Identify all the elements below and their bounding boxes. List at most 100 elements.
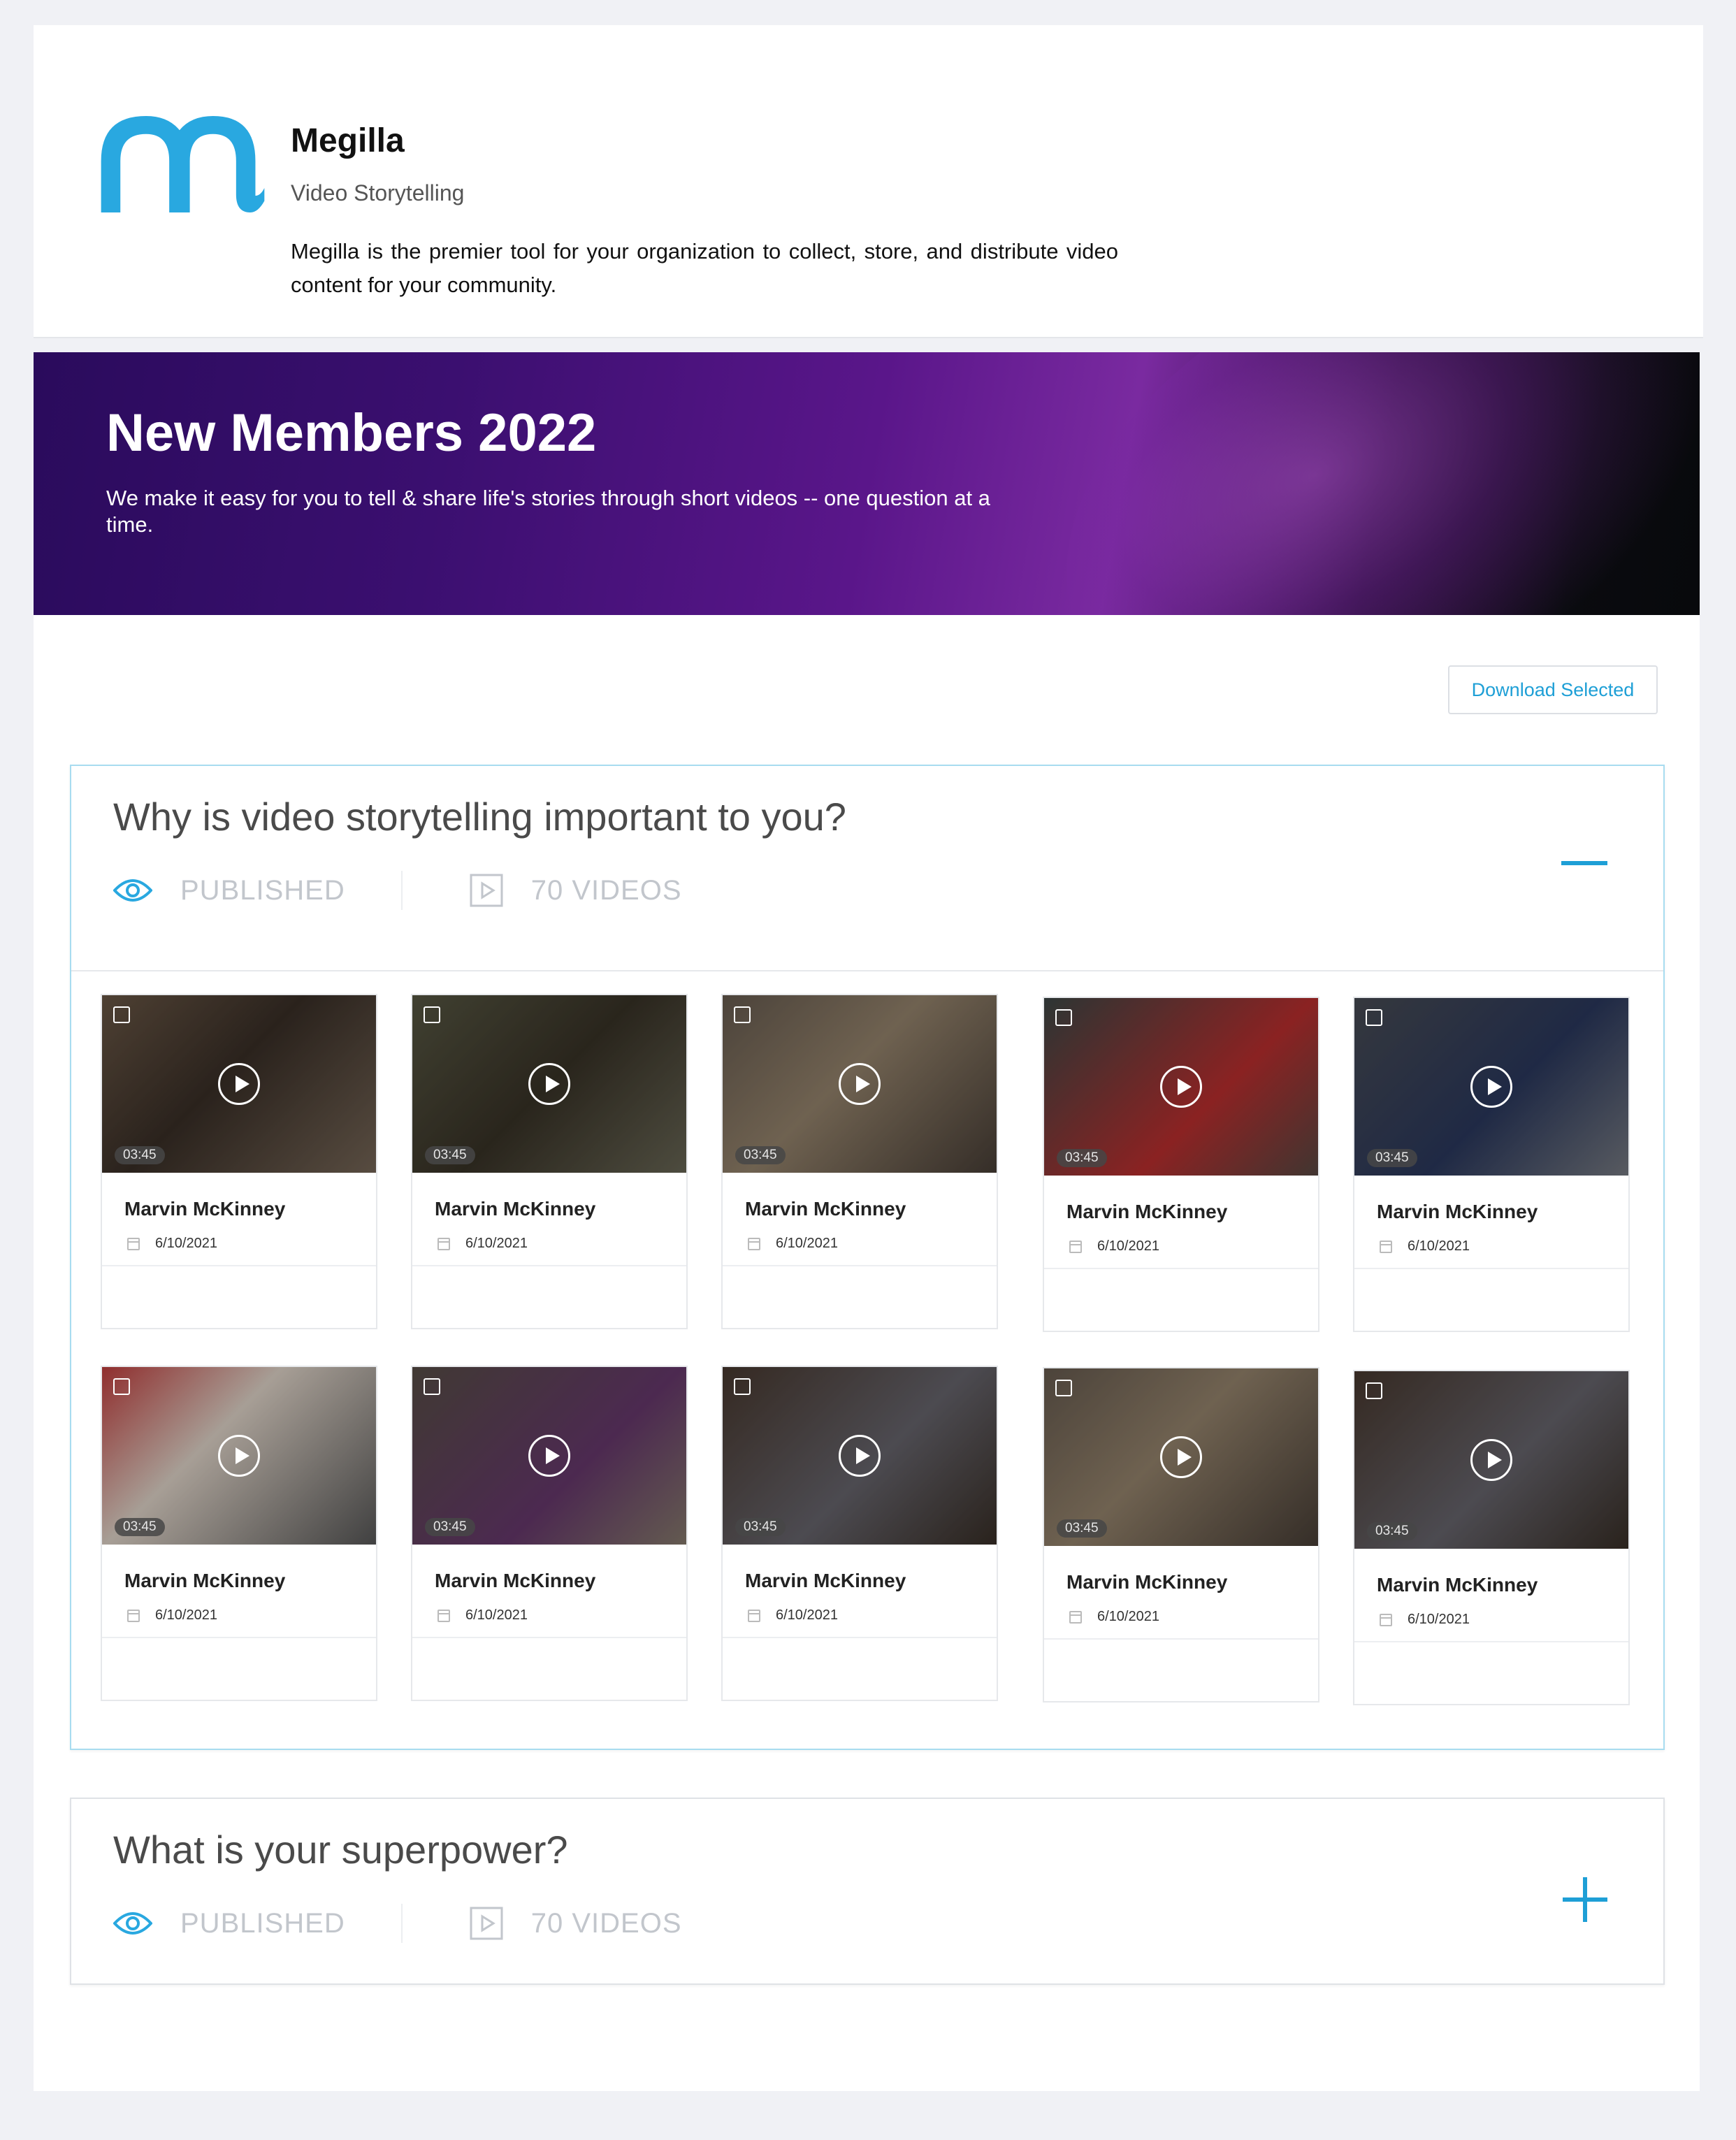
divider: [400, 1904, 403, 1943]
video-author: Marvin McKinney: [435, 1198, 596, 1220]
video-date-label: 6/10/2021: [465, 1236, 528, 1251]
video-card[interactable]: 03:45 Marvin McKinney 6/10/2021: [101, 994, 377, 1329]
question-title: Why is video storytelling important to y…: [113, 795, 846, 839]
select-checkbox[interactable]: [113, 1378, 130, 1395]
video-icon: [470, 874, 503, 907]
expand-plus-icon[interactable]: [1563, 1877, 1607, 1922]
org-name: Megilla: [291, 122, 405, 159]
collection-banner: New Members 2022 We make it easy for you…: [34, 352, 1700, 615]
video-author: Marvin McKinney: [1377, 1574, 1538, 1596]
video-thumbnail[interactable]: 03:45: [723, 1367, 997, 1545]
org-description: Megilla is the premier tool for your org…: [291, 239, 1118, 297]
video-author: Marvin McKinney: [1066, 1201, 1228, 1222]
video-author: Marvin McKinney: [1377, 1201, 1538, 1222]
calendar-icon: [127, 1237, 140, 1250]
divider: [1044, 1268, 1318, 1269]
video-card[interactable]: 03:45 Marvin McKinney 6/10/2021: [1043, 997, 1319, 1332]
video-thumbnail[interactable]: 03:45: [1044, 1368, 1318, 1546]
video-icon: [470, 1907, 503, 1940]
collection-title: New Members 2022: [106, 403, 597, 463]
video-card[interactable]: 03:45 Marvin McKinney 6/10/2021: [1353, 1370, 1630, 1705]
play-icon[interactable]: [839, 1435, 881, 1477]
calendar-icon: [1069, 1610, 1082, 1624]
select-checkbox[interactable]: [424, 1006, 440, 1023]
video-card[interactable]: 03:45 Marvin McKinney 6/10/2021: [101, 1366, 377, 1701]
video-date-label: 6/10/2021: [465, 1607, 528, 1623]
video-count-label: 70 VIDEOS: [530, 874, 682, 906]
video-author: Marvin McKinney: [745, 1198, 906, 1220]
play-icon[interactable]: [1470, 1066, 1512, 1108]
video-date: 6/10/2021: [1380, 1612, 1470, 1628]
select-checkbox[interactable]: [734, 1006, 751, 1023]
banner-background-art: [988, 352, 1700, 615]
duration-badge: 03:45: [1367, 1522, 1417, 1540]
duration-badge: 03:45: [115, 1518, 165, 1536]
calendar-icon: [127, 1609, 140, 1622]
video-thumbnail[interactable]: 03:45: [1354, 1371, 1628, 1549]
video-date: 6/10/2021: [748, 1236, 838, 1252]
status-label: PUBLISHED: [180, 874, 345, 906]
select-checkbox[interactable]: [1366, 1009, 1382, 1026]
select-checkbox[interactable]: [1055, 1380, 1072, 1396]
org-tagline: Video Storytelling: [291, 180, 465, 205]
video-thumbnail[interactable]: 03:45: [102, 995, 376, 1173]
eye-icon: [113, 879, 152, 902]
play-icon[interactable]: [528, 1063, 570, 1105]
video-thumbnail[interactable]: 03:45: [412, 1367, 686, 1545]
video-card[interactable]: 03:45 Marvin McKinney 6/10/2021: [721, 1366, 998, 1701]
duration-badge: 03:45: [1057, 1519, 1107, 1538]
video-count: 70 VIDEOS: [470, 1907, 682, 1940]
video-author: Marvin McKinney: [435, 1570, 596, 1591]
video-thumbnail[interactable]: 03:45: [1044, 998, 1318, 1176]
video-date: 6/10/2021: [1380, 1238, 1470, 1255]
video-thumbnail[interactable]: 03:45: [1354, 998, 1628, 1176]
org-header: Megilla Video Storytelling Megilla is th…: [34, 25, 1703, 338]
question-meta: PUBLISHED 70 VIDEOS: [113, 1902, 682, 1944]
calendar-icon: [437, 1237, 450, 1250]
video-author: Marvin McKinney: [124, 1570, 286, 1591]
divider: [71, 970, 1663, 971]
select-checkbox[interactable]: [113, 1006, 130, 1023]
play-icon[interactable]: [1160, 1066, 1202, 1108]
collection-subtitle: We make it easy for you to tell & share …: [106, 486, 990, 537]
video-date: 6/10/2021: [748, 1607, 838, 1624]
duration-badge: 03:45: [735, 1518, 786, 1536]
video-date-label: 6/10/2021: [1408, 1612, 1470, 1627]
video-date-label: 6/10/2021: [155, 1236, 217, 1251]
video-thumbnail[interactable]: 03:45: [723, 995, 997, 1173]
video-date: 6/10/2021: [1069, 1238, 1159, 1255]
select-checkbox[interactable]: [424, 1378, 440, 1395]
duration-badge: 03:45: [115, 1146, 165, 1164]
play-icon[interactable]: [1160, 1436, 1202, 1478]
video-card[interactable]: 03:45 Marvin McKinney 6/10/2021: [721, 994, 998, 1329]
video-author: Marvin McKinney: [745, 1570, 906, 1591]
megilla-logo: [101, 116, 265, 212]
duration-badge: 03:45: [1367, 1149, 1417, 1167]
play-icon[interactable]: [528, 1435, 570, 1477]
video-card[interactable]: 03:45 Marvin McKinney 6/10/2021: [411, 1366, 688, 1701]
video-date: 6/10/2021: [1069, 1609, 1159, 1625]
select-checkbox[interactable]: [1366, 1382, 1382, 1399]
play-icon[interactable]: [1470, 1439, 1512, 1481]
calendar-icon: [1380, 1240, 1392, 1253]
collapse-icon[interactable]: [1561, 861, 1607, 865]
select-checkbox[interactable]: [1055, 1009, 1072, 1026]
video-card[interactable]: 03:45 Marvin McKinney 6/10/2021: [1043, 1367, 1319, 1702]
download-selected-button[interactable]: Download Selected: [1448, 665, 1658, 714]
divider: [1044, 1638, 1318, 1640]
video-date-label: 6/10/2021: [776, 1607, 838, 1623]
divider: [400, 871, 403, 910]
video-thumbnail[interactable]: 03:45: [102, 1367, 376, 1545]
play-icon[interactable]: [218, 1063, 260, 1105]
select-checkbox[interactable]: [734, 1378, 751, 1395]
question-meta: PUBLISHED 70 VIDEOS: [113, 869, 682, 911]
video-thumbnail[interactable]: 03:45: [412, 995, 686, 1173]
video-card[interactable]: 03:45 Marvin McKinney 6/10/2021: [411, 994, 688, 1329]
duration-badge: 03:45: [425, 1518, 475, 1536]
play-icon[interactable]: [218, 1435, 260, 1477]
video-card[interactable]: 03:45 Marvin McKinney 6/10/2021: [1353, 997, 1630, 1332]
question-card: What is your superpower? PUBLISHED 70 VI…: [70, 1798, 1665, 1985]
calendar-icon: [437, 1609, 450, 1622]
play-icon[interactable]: [839, 1063, 881, 1105]
status: PUBLISHED: [113, 875, 345, 906]
